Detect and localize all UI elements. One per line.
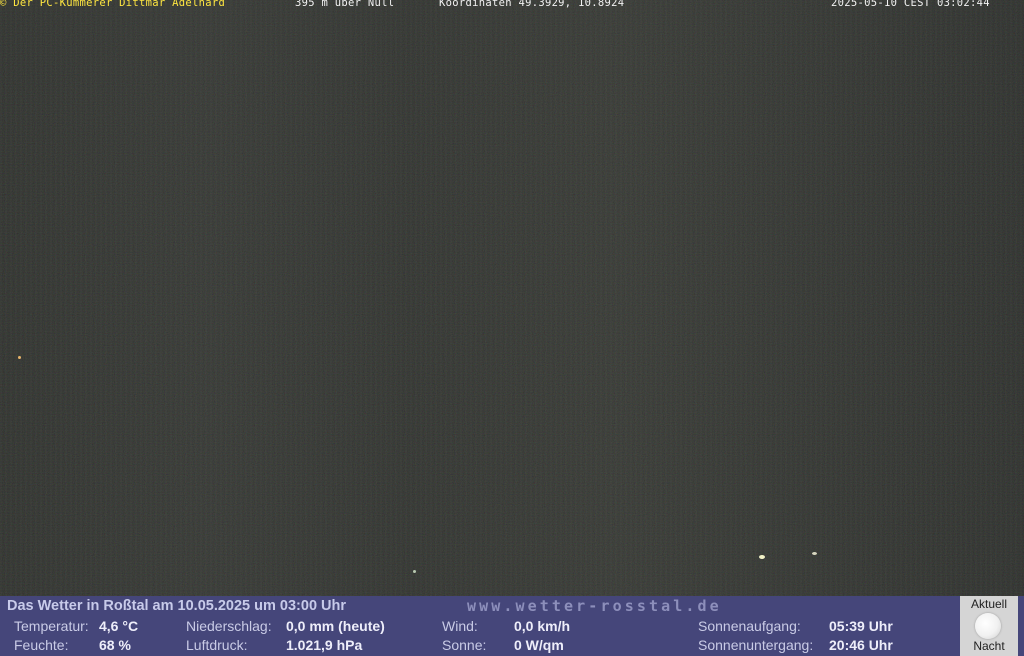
- altitude-text: 395 m über Null: [295, 0, 395, 9]
- pressure-label: Luftdruck:: [186, 637, 248, 653]
- overlay-info-line: © Der PC-Kümmerer Dittmar Adelhard 395 m…: [0, 0, 1024, 12]
- coordinates-text: Koordinaten 49.3929, 10.8924: [439, 0, 625, 9]
- sunrise-label: Sonnenaufgang:: [698, 618, 801, 634]
- weather-info-bar: Das Wetter in Roßtal am 10.05.2025 um 03…: [0, 596, 1024, 656]
- sunrise-value: 05:39 Uhr: [829, 618, 893, 634]
- wind-value: 0,0 km/h: [514, 618, 571, 634]
- light-spot: [759, 555, 765, 559]
- camera-noise: [0, 0, 1024, 596]
- timestamp-text: 2025-05-10 CEST 03:02:44: [831, 0, 990, 9]
- full-moon-icon: [975, 613, 1001, 639]
- temperature-label: Temperatur:: [14, 618, 89, 634]
- moon-phase-box: Aktuell Nacht: [960, 596, 1018, 656]
- pressure-value: 1.021,9 hPa: [286, 637, 363, 653]
- sun-label: Sonne:: [442, 637, 487, 653]
- credit-text: © Der PC-Kümmerer Dittmar Adelhard: [0, 0, 226, 9]
- light-spot: [812, 552, 817, 555]
- sunset-value: 20:46 Uhr: [829, 637, 893, 653]
- temperature-value: 4,6 °C: [99, 618, 139, 634]
- light-spot: [18, 356, 21, 359]
- humidity-value: 68 %: [99, 637, 131, 653]
- website-text: www.wetter-rosstal.de: [467, 597, 722, 615]
- sun-value: 0 W/qm: [514, 637, 564, 653]
- weather-headline: Das Wetter in Roßtal am 10.05.2025 um 03…: [7, 598, 347, 614]
- light-spot: [413, 570, 416, 573]
- precipitation-label: Niederschlag:: [186, 618, 272, 634]
- moon-status-label: Aktuell: [970, 597, 1008, 611]
- moon-phase-label: Nacht: [973, 639, 1005, 653]
- sunset-label: Sonnenuntergang:: [698, 637, 814, 653]
- precipitation-value: 0,0 mm (heute): [286, 618, 385, 634]
- webcam-view: © Der PC-Kümmerer Dittmar Adelhard 395 m…: [0, 0, 1024, 656]
- night-scene-image: [0, 0, 1024, 596]
- humidity-label: Feuchte:: [14, 637, 69, 653]
- wind-label: Wind:: [442, 618, 478, 634]
